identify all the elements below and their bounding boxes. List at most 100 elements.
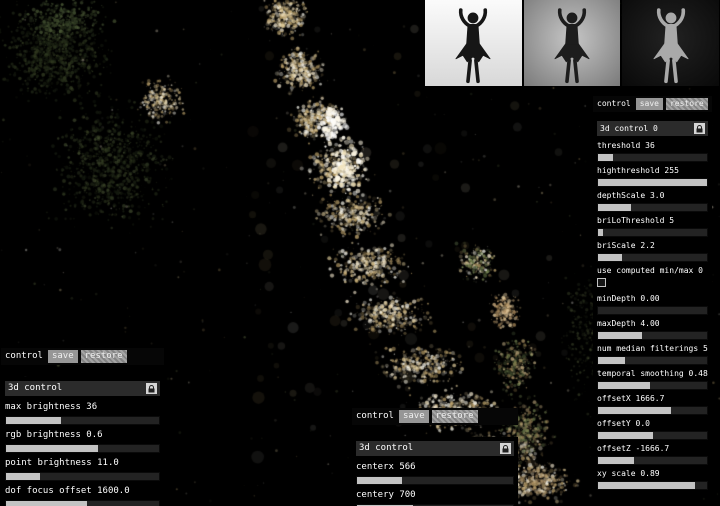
control-label: control [3, 351, 45, 362]
slider-row: offsetX 1666.7 [597, 394, 708, 415]
slider-track[interactable] [597, 306, 708, 315]
slider-row: xy scale 0.89 [597, 469, 708, 490]
slider-fill [598, 457, 634, 464]
panel-3d-control-brightness: controlsaverestore 3d control max brightne… [1, 348, 164, 506]
slider-fill [598, 154, 613, 161]
slider-track[interactable] [597, 481, 708, 490]
app-window: controlsaverestore3d control 0threshold … [0, 0, 720, 506]
panel-title-bar: 3d control [356, 441, 514, 456]
slider-fill [598, 229, 603, 236]
save-button[interactable]: save [399, 410, 429, 423]
camera-preview-strip [425, 0, 719, 86]
panel-title-bar: 3d control [5, 381, 160, 396]
slider-row: offsetY 0.0 [597, 419, 708, 440]
slider-label: highthreshold 255 [597, 166, 708, 176]
panel-3d-control-center: controlsaverestore 3d control centerx 566 c… [352, 408, 518, 506]
slider-label: minDepth 0.00 [597, 294, 708, 304]
slider-row: centerx 566 [356, 462, 514, 485]
restore-button[interactable]: restore [432, 410, 478, 423]
slider-row: maxDepth 4.00 [597, 319, 708, 340]
slider-label: briLoThreshold 5 [597, 216, 708, 226]
panel-title-bar: 3d control 0 [597, 121, 708, 136]
slider-fill [598, 482, 695, 489]
slider-label: max brightness 36 [5, 402, 160, 413]
slider-track[interactable] [356, 476, 514, 485]
panel-3d-control-0: controlsaverestore 3d control 0threshold … [593, 96, 712, 497]
slider-label: centery 700 [356, 490, 514, 501]
slider-label: offsetY 0.0 [597, 419, 708, 429]
slider-track[interactable] [597, 356, 708, 365]
slider-track[interactable] [5, 472, 160, 481]
slider-track[interactable] [5, 500, 160, 506]
slider-label: dof focus offset 1600.0 [5, 486, 160, 497]
slider-fill [598, 179, 707, 186]
slider-row: max brightness 36 [5, 402, 160, 425]
lock-icon[interactable] [694, 123, 705, 134]
slider-track[interactable] [5, 416, 160, 425]
restore-button[interactable]: restore [81, 350, 127, 363]
panel-header: controlsaverestore [352, 408, 518, 425]
slider-fill [598, 332, 642, 339]
slider-track[interactable] [597, 456, 708, 465]
slider-label: point brightness 11.0 [5, 458, 160, 469]
preview-thumbnail-3 [622, 0, 719, 86]
slider-fill [598, 204, 631, 211]
slider-track[interactable] [597, 178, 708, 187]
slider-fill [598, 357, 625, 364]
slider-row: point brightness 11.0 [5, 458, 160, 481]
toggle-label: use computed min/max 0 [597, 266, 708, 276]
slider-track[interactable] [597, 228, 708, 237]
preview-thumbnail-1 [425, 0, 522, 86]
slider-row: rgb brightness 0.6 [5, 430, 160, 453]
panel-title-label: 3d control [359, 443, 413, 454]
slider-track[interactable] [597, 406, 708, 415]
slider-row: briScale 2.2 [597, 241, 708, 262]
slider-track[interactable] [597, 331, 708, 340]
slider-row: num median filterings 5 [597, 344, 708, 365]
slider-fill [598, 432, 653, 439]
slider-label: centerx 566 [356, 462, 514, 473]
panel-title-label: 3d control [8, 383, 62, 394]
slider-label: depthScale 3.0 [597, 191, 708, 201]
lock-icon[interactable] [146, 383, 157, 394]
restore-button[interactable]: restore [666, 98, 708, 110]
slider-track[interactable] [597, 381, 708, 390]
slider-track[interactable] [597, 431, 708, 440]
slider-label: offsetZ -1666.7 [597, 444, 708, 454]
slider-label: maxDepth 4.00 [597, 319, 708, 329]
slider-track[interactable] [597, 153, 708, 162]
panel-body: 3d control 0threshold 36highthreshold 25… [593, 118, 712, 497]
slider-fill [6, 473, 40, 480]
panel-body: 3d control max brightness 36 rgb brightnes… [1, 377, 164, 506]
slider-label: temporal smoothing 0.48 [597, 369, 708, 379]
slider-fill [6, 501, 87, 506]
slider-fill [6, 445, 98, 452]
slider-fill [6, 417, 61, 424]
slider-row: dof focus offset 1600.0 [5, 486, 160, 506]
slider-row: temporal smoothing 0.48 [597, 369, 708, 390]
slider-label: offsetX 1666.7 [597, 394, 708, 404]
panel-body: 3d control centerx 566 centery 700 [352, 437, 518, 506]
slider-row: centery 700 [356, 490, 514, 506]
panel-header: controlsaverestore [1, 348, 164, 365]
toggle-checkbox[interactable] [597, 278, 606, 287]
save-button[interactable]: save [636, 98, 663, 110]
slider-row: minDepth 0.00 [597, 294, 708, 315]
slider-label: briScale 2.2 [597, 241, 708, 251]
slider-track[interactable] [597, 253, 708, 262]
dancer-silhouette-icon [635, 6, 707, 86]
toggle-row: use computed min/max 0 [597, 266, 708, 290]
slider-row: highthreshold 255 [597, 166, 708, 187]
slider-track[interactable] [597, 203, 708, 212]
slider-track[interactable] [5, 444, 160, 453]
slider-fill [598, 382, 650, 389]
slider-label: rgb brightness 0.6 [5, 430, 160, 441]
slider-fill [598, 407, 671, 414]
save-button[interactable]: save [48, 350, 78, 363]
control-label: control [595, 99, 633, 109]
lock-icon[interactable] [500, 443, 511, 454]
slider-row: depthScale 3.0 [597, 191, 708, 212]
preview-thumbnail-2 [524, 0, 621, 86]
slider-row: briLoThreshold 5 [597, 216, 708, 237]
dancer-silhouette-icon [437, 6, 509, 86]
